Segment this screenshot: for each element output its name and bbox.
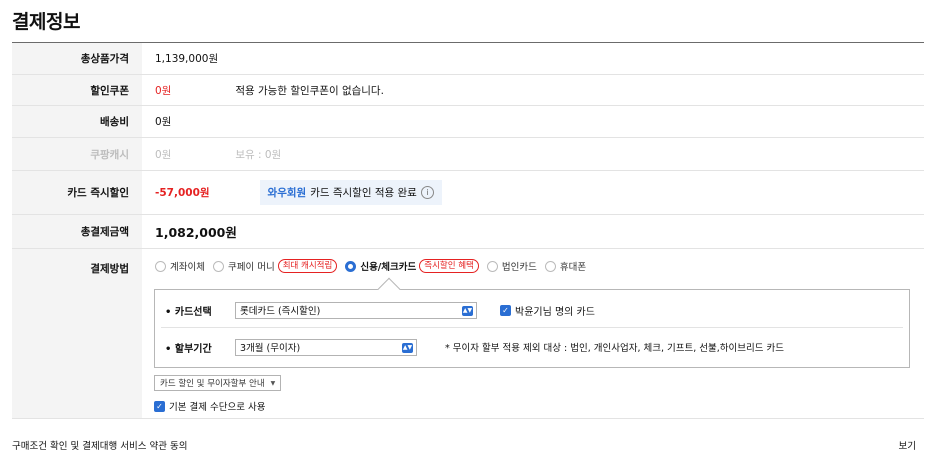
default-method-checkbox[interactable]: ✓ 기본 결제 수단으로 사용 [154,399,265,413]
installment-label: • 할부기간 [165,343,212,355]
row-total: 총결제금액 1,082,000원 [12,215,924,249]
cash-label: 쿠팡캐시 [12,138,142,170]
card-guide-dropdown[interactable]: 카드 할인 및 무이자할부 안내 ▼ [154,375,282,391]
panel-caret [377,277,401,301]
owner-card-label: 박윤기님 명의 카드 [515,306,595,318]
view-terms-link[interactable]: 보기 [899,438,916,452]
cash-note: 보유 : 0원 [235,148,282,161]
radio-selected-icon[interactable] [345,260,357,272]
total-label: 총결제금액 [12,215,142,248]
default-method-label: 기본 결제 수단으로 사용 [169,402,266,413]
method-credit-card[interactable]: 신용/체크카드 즉시할인 혜택 [345,259,479,273]
card-select-value: 롯데카드 (즉시할인) [240,306,321,317]
card-guide-label: 카드 할인 및 무이자할부 안내 [160,379,265,389]
method-tag: 최대 캐시적립 [277,259,338,273]
wow-member-badge: 와우회원 [267,187,307,199]
updown-icon: ▲▼ [462,305,473,316]
dropdown-arrow-icon: ▼ [270,379,276,387]
row-shipping: 배송비 0원 [12,106,924,138]
owner-card-checkbox[interactable]: ✓ 박윤기님 명의 카드 [500,303,595,318]
card-select-label: • 카드선택 [165,306,212,318]
row-product-total: 총상품가격 1,139,000원 [12,43,924,75]
coupon-note: 적용 가능한 할인쿠폰이 없습니다. [235,84,384,97]
method-mobile[interactable]: 휴대폰 [544,259,587,273]
radio-icon[interactable] [212,260,224,272]
card-select-row: • 카드선택 롯데카드 (즉시할인) ▲▼ ✓ 박윤기님 명의 카드 [155,298,909,322]
checkbox-checked-icon[interactable]: ✓ [154,400,165,412]
coupon-value: 0원 [155,84,172,97]
row-coupon: 할인쿠폰 0원 적용 가능한 할인쿠폰이 없습니다. [12,75,924,106]
card-discount-notice: 와우회원 카드 즉시할인 적용 완료 i [259,180,442,205]
card-discount-value: -57,000원 [155,187,210,199]
terms-agree-text: 구매조건 확인 및 결제대행 서비스 약관 동의 [12,441,188,452]
card-discount-note: 카드 즉시할인 적용 완료 [310,187,417,199]
product-total-label: 총상품가격 [12,43,142,74]
row-cash: 쿠팡캐시 0원 보유 : 0원 [12,138,924,171]
method-coupay-money[interactable]: 쿠페이 머니 최대 캐시적립 [212,259,338,273]
method-tag: 즉시할인 혜택 [419,259,479,273]
method-label: 계좌이체 [170,262,205,273]
method-bank-transfer[interactable]: 계좌이체 [155,259,205,273]
shipping-label: 배송비 [12,106,142,137]
installment-row: • 할부기간 3개월 (무이자) ▲▼ * 무이자 할부 적용 제외 대상 : … [155,335,909,359]
method-corporate-card[interactable]: 법인카드 [486,259,537,273]
card-options-panel: • 카드선택 롯데카드 (즉시할인) ▲▼ ✓ 박윤기님 명의 카드 • 할부기… [154,277,910,368]
row-payment-method: 결제방법 계좌이체 쿠페이 머니 최대 캐시적립 신용/체크카드 즉시할인 혜택 [12,249,924,419]
coupon-label: 할인쿠폰 [12,75,142,105]
method-label: 법인카드 [501,262,537,273]
card-discount-label: 카드 즉시할인 [12,171,142,214]
cash-value: 0원 [155,148,172,161]
radio-icon[interactable] [544,260,556,272]
method-label: 쿠페이 머니 [227,262,275,273]
payment-info-table: 총상품가격 1,139,000원 할인쿠폰 0원 적용 가능한 할인쿠폰이 없습… [12,42,924,419]
method-label: 신용/체크카드 [360,262,417,273]
installment-note: * 무이자 할부 적용 제외 대상 : 법인, 개인사업자, 체크, 기프트, … [445,343,784,354]
shipping-value: 0원 [155,116,172,128]
info-icon[interactable]: i [420,186,434,199]
method-label: 휴대폰 [559,262,587,273]
installment-select-value: 3개월 (무이자) [240,343,301,354]
card-select[interactable]: 롯데카드 (즉시할인) ▲▼ [235,301,477,319]
installment-select[interactable]: 3개월 (무이자) ▲▼ [235,338,417,356]
product-total-value: 1,139,000원 [155,53,219,65]
panel-divider [161,327,903,328]
radio-icon[interactable] [486,260,498,272]
total-value: 1,082,000원 [155,225,237,240]
radio-icon[interactable] [155,260,166,272]
checkbox-checked-icon[interactable]: ✓ [500,304,511,316]
payment-method-label: 결제방법 [12,249,142,418]
payment-method-options: 계좌이체 쿠페이 머니 최대 캐시적립 신용/체크카드 즉시할인 혜택 법인카드 [155,259,924,273]
page-title: 결제정보 [12,11,80,33]
updown-icon: ▲▼ [402,342,413,353]
row-card-discount: 카드 즉시할인 -57,000원 와우회원 카드 즉시할인 적용 완료 i [12,171,924,215]
